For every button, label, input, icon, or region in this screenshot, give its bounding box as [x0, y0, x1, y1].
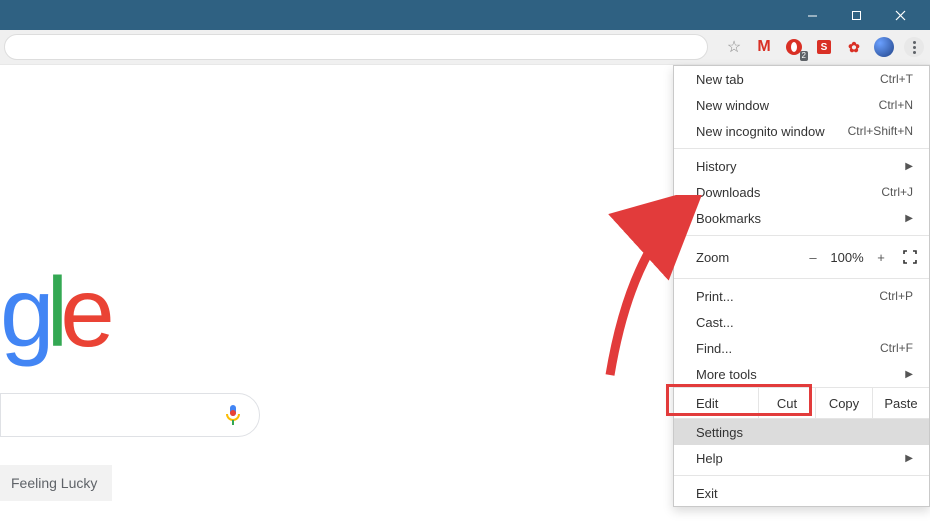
- gmail-extension-icon[interactable]: M: [754, 37, 774, 57]
- paste-button[interactable]: Paste: [873, 388, 929, 418]
- chevron-right-icon: ▶: [905, 213, 913, 224]
- chevron-right-icon: ▶: [905, 453, 913, 464]
- menu-cast[interactable]: Cast...: [674, 309, 929, 335]
- google-search-box[interactable]: [0, 393, 260, 437]
- menu-incognito[interactable]: New incognito windowCtrl+Shift+N: [674, 118, 929, 144]
- chrome-menu-button[interactable]: [904, 37, 924, 57]
- menu-separator: [674, 278, 929, 279]
- menu-history[interactable]: History▶: [674, 153, 929, 179]
- menu-bookmarks[interactable]: Bookmarks▶: [674, 205, 929, 231]
- window-titlebar: [0, 0, 930, 30]
- bookmark-star-icon[interactable]: ☆: [724, 37, 744, 57]
- edit-label: Edit: [674, 388, 759, 418]
- page-content: gle Feeling Lucky New tabCtrl+T New wind…: [0, 64, 930, 525]
- menu-find[interactable]: Find...Ctrl+F: [674, 335, 929, 361]
- menu-new-window[interactable]: New windowCtrl+N: [674, 92, 929, 118]
- menu-edit-row: Edit Cut Copy Paste: [674, 387, 929, 419]
- menu-print[interactable]: Print...Ctrl+P: [674, 283, 929, 309]
- google-logo: gle: [0, 263, 107, 361]
- menu-exit[interactable]: Exit: [674, 480, 929, 506]
- menu-zoom-row: Zoom – 100% +: [674, 240, 929, 274]
- skype-extension-icon[interactable]: S: [814, 37, 834, 57]
- zoom-label: Zoom: [696, 250, 801, 265]
- menu-settings[interactable]: Settings: [674, 419, 929, 445]
- chevron-right-icon: ▶: [905, 369, 913, 380]
- minimize-button[interactable]: [790, 0, 834, 30]
- fullscreen-icon[interactable]: [903, 250, 917, 264]
- chrome-main-menu: New tabCtrl+T New windowCtrl+N New incog…: [673, 65, 930, 507]
- feeling-lucky-button[interactable]: Feeling Lucky: [0, 465, 112, 501]
- menu-separator: [674, 148, 929, 149]
- copy-button[interactable]: Copy: [816, 388, 873, 418]
- menu-more-tools[interactable]: More tools▶: [674, 361, 929, 387]
- zoom-in-button[interactable]: +: [869, 250, 893, 265]
- opera-extension-icon[interactable]: [784, 37, 804, 57]
- menu-downloads[interactable]: DownloadsCtrl+J: [674, 179, 929, 205]
- close-button[interactable]: [878, 0, 922, 30]
- browser-toolbar: ☆ M S ✿: [0, 30, 930, 65]
- zoom-out-button[interactable]: –: [801, 250, 825, 265]
- address-bar[interactable]: [4, 34, 708, 60]
- profile-avatar[interactable]: [874, 37, 894, 57]
- menu-separator: [674, 235, 929, 236]
- chevron-right-icon: ▶: [905, 161, 913, 172]
- extension-icon[interactable]: ✿: [844, 37, 864, 57]
- menu-separator: [674, 475, 929, 476]
- menu-help[interactable]: Help▶: [674, 445, 929, 471]
- voice-search-icon[interactable]: [225, 404, 241, 426]
- cut-button[interactable]: Cut: [759, 388, 816, 418]
- zoom-percent: 100%: [825, 250, 869, 265]
- maximize-button[interactable]: [834, 0, 878, 30]
- menu-new-tab[interactable]: New tabCtrl+T: [674, 66, 929, 92]
- chrome-window: ☆ M S ✿ gle Feeling L: [0, 0, 930, 525]
